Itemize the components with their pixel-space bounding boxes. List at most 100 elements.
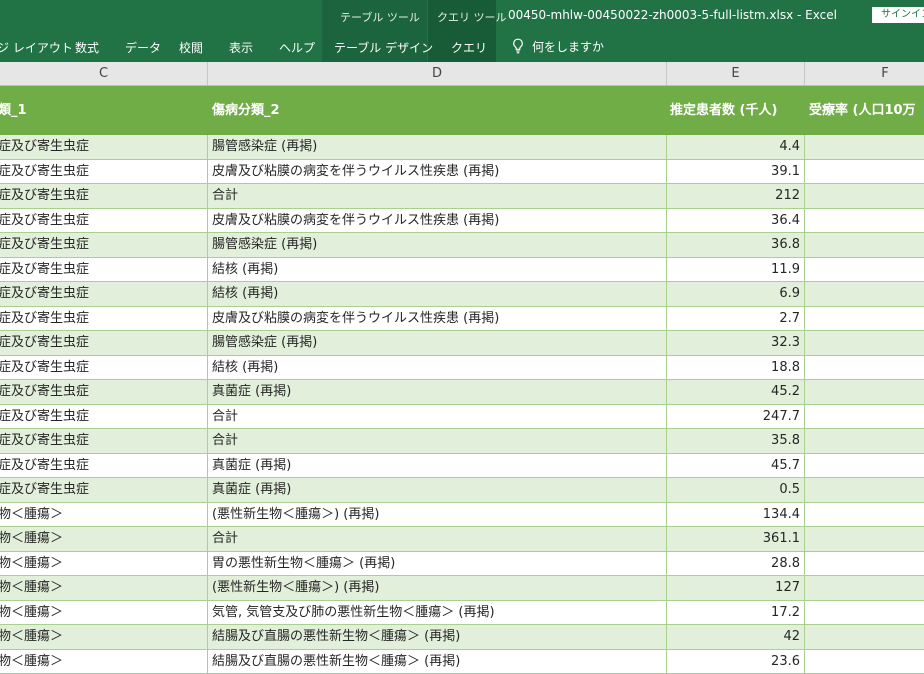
cell-rate[interactable] <box>805 184 924 208</box>
cell-estimated-patients[interactable]: 45.7 <box>667 454 805 478</box>
cell-rate[interactable] <box>805 282 924 306</box>
cell-rate[interactable] <box>805 552 924 576</box>
tab-formulas[interactable]: 数式 <box>75 39 99 56</box>
cell-estimated-patients[interactable]: 39.1 <box>667 160 805 184</box>
cell-category-1[interactable]: 症及び寄生虫症 <box>0 380 208 404</box>
cell-category-2[interactable]: 皮膚及び粘膜の病変を伴うウイルス性疾患 (再掲) <box>208 307 667 331</box>
cell-rate[interactable] <box>805 233 924 257</box>
cell-category-2[interactable]: 合計 <box>208 405 667 429</box>
table-header-estimated-patients[interactable]: 推定患者数 (千人) <box>670 86 777 135</box>
cell-category-2[interactable]: 結核 (再掲) <box>208 356 667 380</box>
tab-page-layout[interactable]: ジ レイアウト <box>0 39 73 56</box>
signin-button[interactable]: サインイン <box>872 7 924 23</box>
table-header-category-2[interactable]: 傷病分類_2 <box>212 86 280 135</box>
cell-category-1[interactable]: 症及び寄生虫症 <box>0 160 208 184</box>
cell-category-2[interactable]: 合計 <box>208 184 667 208</box>
cell-rate[interactable] <box>805 429 924 453</box>
cell-category-1[interactable]: 物＜腫瘍＞ <box>0 503 208 527</box>
cell-rate[interactable] <box>805 160 924 184</box>
cell-rate[interactable] <box>805 356 924 380</box>
cell-category-1[interactable]: 症及び寄生虫症 <box>0 331 208 355</box>
tell-me-search[interactable]: 何をしますか <box>512 37 604 55</box>
cell-rate[interactable] <box>805 625 924 649</box>
cell-rate[interactable] <box>805 258 924 282</box>
cell-estimated-patients[interactable]: 18.8 <box>667 356 805 380</box>
column-header-e[interactable]: E <box>667 62 805 85</box>
cell-estimated-patients[interactable]: 0.5 <box>667 478 805 502</box>
cell-estimated-patients[interactable]: 361.1 <box>667 527 805 551</box>
cell-estimated-patients[interactable]: 42 <box>667 625 805 649</box>
cell-category-1[interactable]: 症及び寄生虫症 <box>0 307 208 331</box>
tab-help[interactable]: ヘルプ <box>279 39 315 56</box>
cell-category-1[interactable]: 症及び寄生虫症 <box>0 405 208 429</box>
cell-estimated-patients[interactable]: 28.8 <box>667 552 805 576</box>
cell-estimated-patients[interactable]: 36.8 <box>667 233 805 257</box>
cell-category-2[interactable]: (悪性新生物＜腫瘍＞) (再掲) <box>208 576 667 600</box>
cell-estimated-patients[interactable]: 2.7 <box>667 307 805 331</box>
cell-category-1[interactable]: 物＜腫瘍＞ <box>0 601 208 625</box>
cell-category-2[interactable]: 腸管感染症 (再掲) <box>208 233 667 257</box>
table-header-rate[interactable]: 受療率 (人口10万 <box>809 86 916 135</box>
cell-category-1[interactable]: 物＜腫瘍＞ <box>0 650 208 674</box>
cell-rate[interactable] <box>805 454 924 478</box>
cell-category-2[interactable]: 皮膚及び粘膜の病変を伴うウイルス性疾患 (再掲) <box>208 209 667 233</box>
tab-data[interactable]: データ <box>125 39 161 56</box>
cell-category-2[interactable]: 胃の悪性新生物＜腫瘍＞ (再掲) <box>208 552 667 576</box>
tab-table-design[interactable]: テーブル デザイン <box>334 39 433 56</box>
cell-rate[interactable] <box>805 601 924 625</box>
column-header-c[interactable]: C <box>0 62 208 85</box>
cell-category-1[interactable]: 症及び寄生虫症 <box>0 429 208 453</box>
cell-estimated-patients[interactable]: 23.6 <box>667 650 805 674</box>
cell-category-2[interactable]: 合計 <box>208 429 667 453</box>
cell-category-1[interactable]: 症及び寄生虫症 <box>0 258 208 282</box>
cell-category-1[interactable]: 症及び寄生虫症 <box>0 184 208 208</box>
cell-category-2[interactable]: 結腸及び直腸の悪性新生物＜腫瘍＞ (再掲) <box>208 650 667 674</box>
cell-estimated-patients[interactable]: 134.4 <box>667 503 805 527</box>
table-header-category-1[interactable]: 類_1 <box>0 86 27 135</box>
cell-category-1[interactable]: 症及び寄生虫症 <box>0 282 208 306</box>
cell-category-2[interactable]: 真菌症 (再掲) <box>208 454 667 478</box>
cell-estimated-patients[interactable]: 36.4 <box>667 209 805 233</box>
cell-estimated-patients[interactable]: 11.9 <box>667 258 805 282</box>
cell-estimated-patients[interactable]: 35.8 <box>667 429 805 453</box>
cell-rate[interactable] <box>805 380 924 404</box>
cell-category-1[interactable]: 症及び寄生虫症 <box>0 478 208 502</box>
cell-estimated-patients[interactable]: 127 <box>667 576 805 600</box>
cell-category-1[interactable]: 物＜腫瘍＞ <box>0 552 208 576</box>
tab-review[interactable]: 校閲 <box>179 39 203 56</box>
column-header-d[interactable]: D <box>208 62 667 85</box>
cell-category-2[interactable]: 合計 <box>208 527 667 551</box>
cell-category-2[interactable]: 腸管感染症 (再掲) <box>208 135 667 159</box>
cell-category-2[interactable]: (悪性新生物＜腫瘍＞) (再掲) <box>208 503 667 527</box>
cell-category-2[interactable]: 皮膚及び粘膜の病変を伴うウイルス性疾患 (再掲) <box>208 160 667 184</box>
cell-rate[interactable] <box>805 576 924 600</box>
cell-category-2[interactable]: 真菌症 (再掲) <box>208 478 667 502</box>
cell-category-2[interactable]: 真菌症 (再掲) <box>208 380 667 404</box>
cell-category-1[interactable]: 物＜腫瘍＞ <box>0 576 208 600</box>
cell-category-2[interactable]: 結核 (再掲) <box>208 258 667 282</box>
cell-estimated-patients[interactable]: 32.3 <box>667 331 805 355</box>
cell-category-2[interactable]: 腸管感染症 (再掲) <box>208 331 667 355</box>
cell-estimated-patients[interactable]: 6.9 <box>667 282 805 306</box>
cell-rate[interactable] <box>805 527 924 551</box>
cell-category-1[interactable]: 物＜腫瘍＞ <box>0 625 208 649</box>
cell-rate[interactable] <box>805 503 924 527</box>
cell-category-2[interactable]: 気管, 気管支及び肺の悪性新生物＜腫瘍＞ (再掲) <box>208 601 667 625</box>
tab-view[interactable]: 表示 <box>229 39 253 56</box>
cell-rate[interactable] <box>805 478 924 502</box>
cell-category-1[interactable]: 症及び寄生虫症 <box>0 209 208 233</box>
cell-category-1[interactable]: 症及び寄生虫症 <box>0 356 208 380</box>
tab-query[interactable]: クエリ <box>451 39 487 56</box>
cell-rate[interactable] <box>805 209 924 233</box>
cell-rate[interactable] <box>805 331 924 355</box>
cell-category-1[interactable]: 症及び寄生虫症 <box>0 233 208 257</box>
cell-category-1[interactable]: 症及び寄生虫症 <box>0 454 208 478</box>
cell-category-1[interactable]: 症及び寄生虫症 <box>0 135 208 159</box>
cell-rate[interactable] <box>805 405 924 429</box>
cell-rate[interactable] <box>805 650 924 674</box>
cell-estimated-patients[interactable]: 45.2 <box>667 380 805 404</box>
cell-estimated-patients[interactable]: 17.2 <box>667 601 805 625</box>
cell-category-2[interactable]: 結腸及び直腸の悪性新生物＜腫瘍＞ (再掲) <box>208 625 667 649</box>
cell-category-2[interactable]: 結核 (再掲) <box>208 282 667 306</box>
cell-estimated-patients[interactable]: 212 <box>667 184 805 208</box>
